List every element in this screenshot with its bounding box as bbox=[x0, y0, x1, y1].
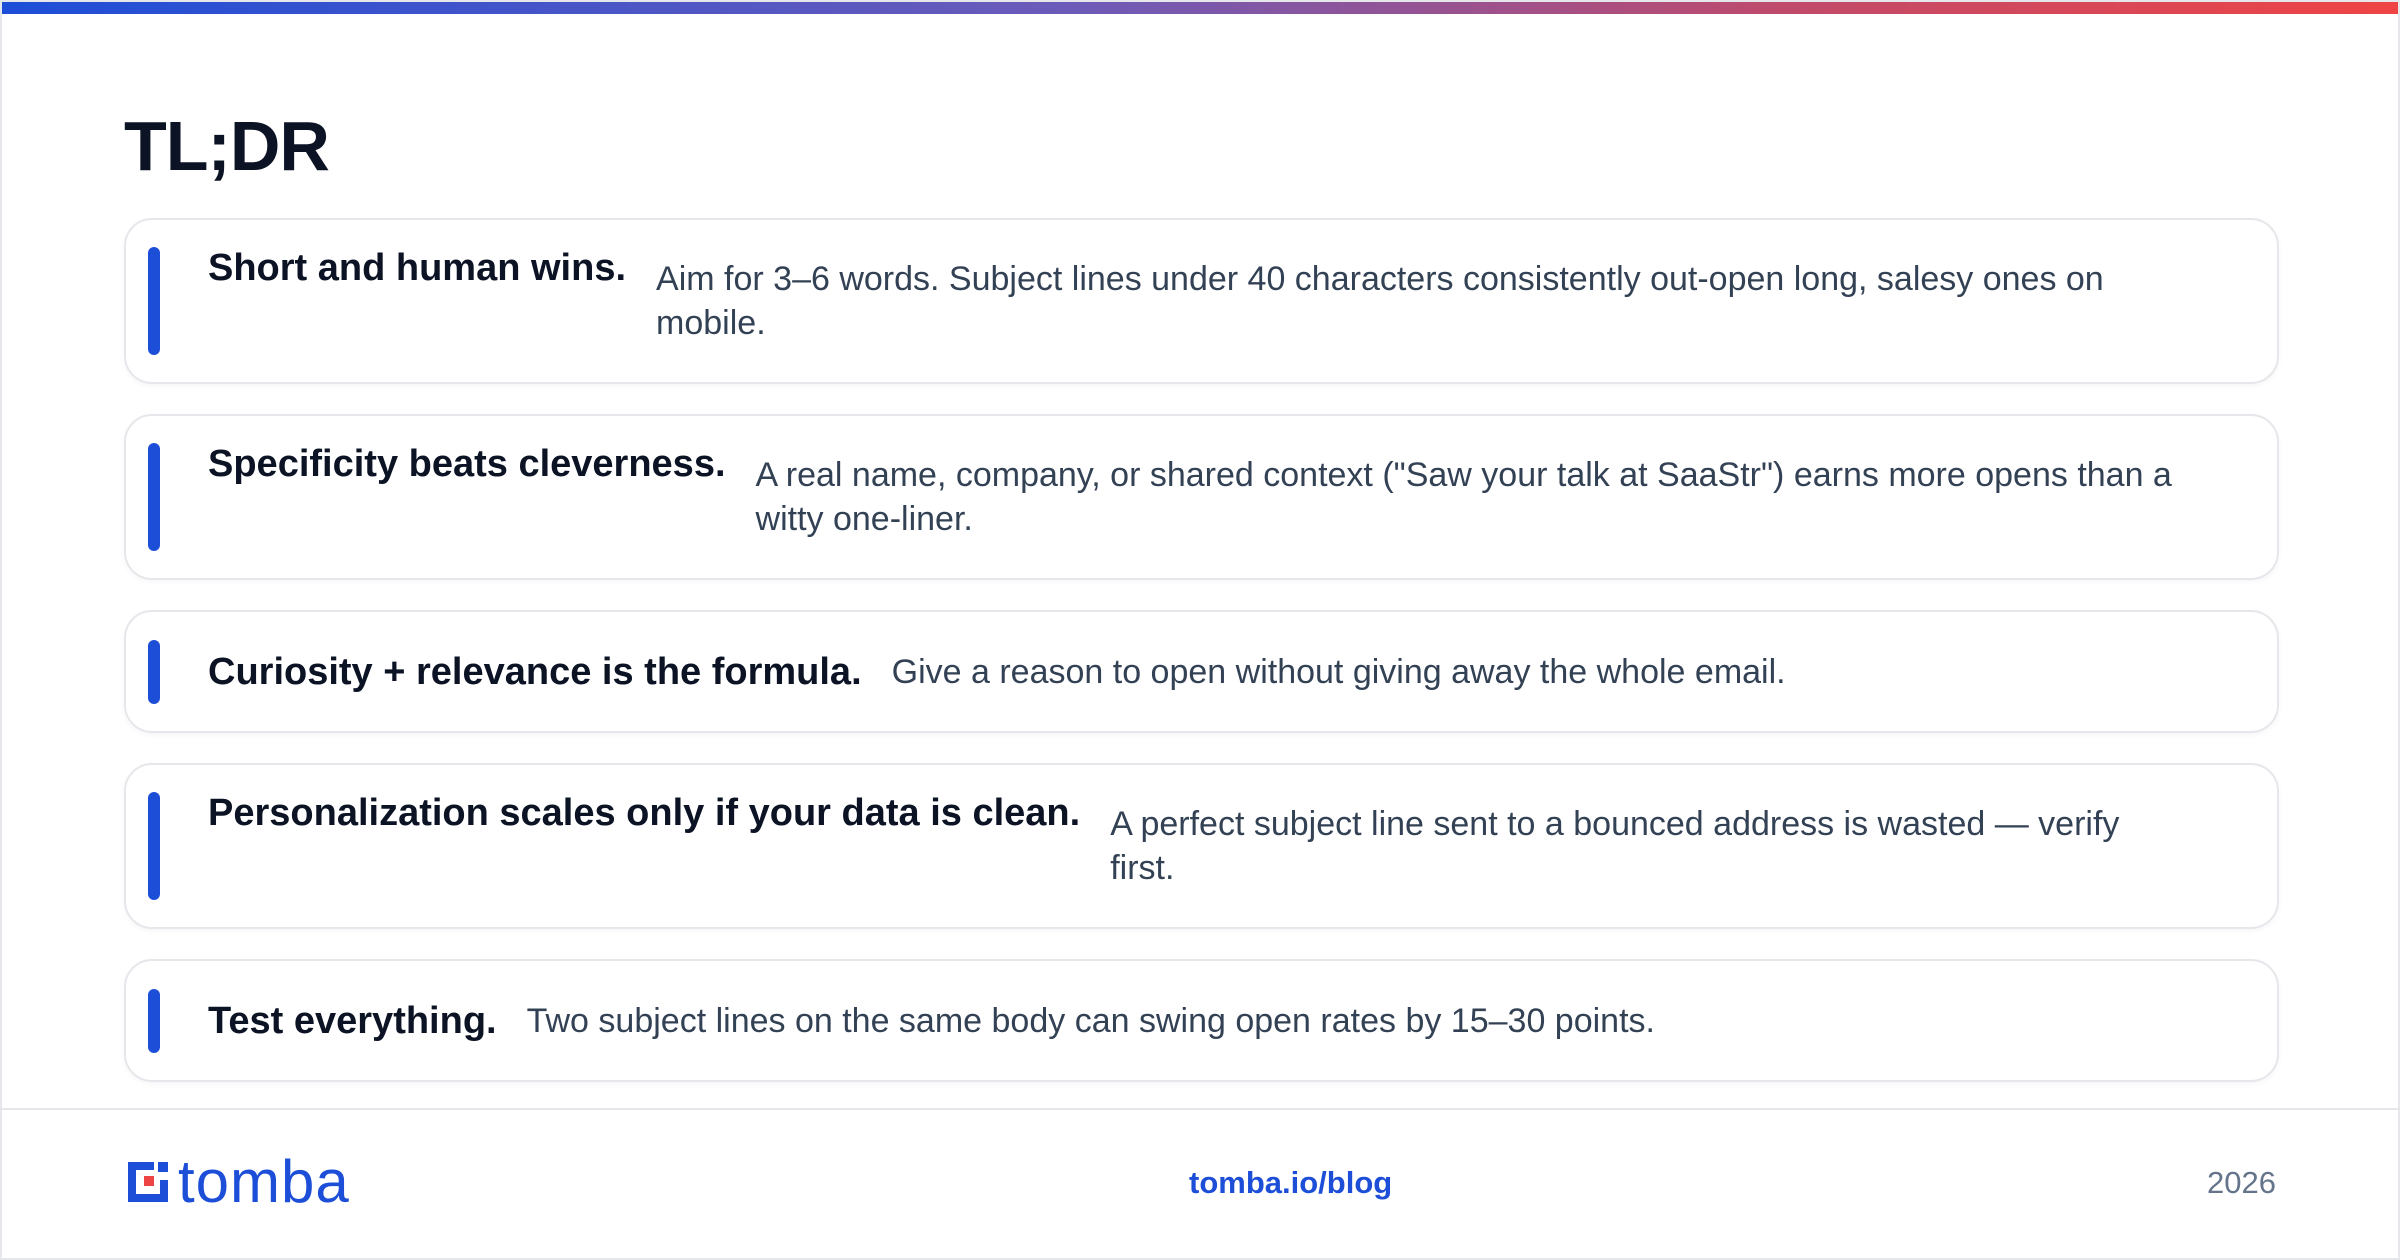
item-heading: Personalization scales only if your data… bbox=[208, 792, 1081, 834]
card-accent-bar bbox=[148, 443, 160, 551]
page-title: TL;DR bbox=[124, 107, 330, 185]
tomba-logo[interactable]: tomba bbox=[124, 1148, 350, 1215]
item-description: Two subject lines on the same body can s… bbox=[526, 1001, 1655, 1040]
tomba-logo-icon bbox=[128, 1162, 168, 1202]
item-heading: Short and human wins. bbox=[208, 247, 627, 289]
item-heading: Curiosity + relevance is the formula. bbox=[208, 650, 862, 693]
logo-wordmark: tomba bbox=[178, 1148, 350, 1215]
footer-year: 2026 bbox=[2207, 1165, 2276, 1200]
list-item: Specificity beats cleverness. A real nam… bbox=[124, 414, 2279, 580]
item-heading: Specificity beats cleverness. bbox=[208, 443, 726, 485]
item-heading: Test everything. bbox=[208, 999, 497, 1042]
item-description: Aim for 3–6 words. Subject lines under 4… bbox=[656, 260, 2104, 342]
item-description: A real name, company, or shared context … bbox=[755, 456, 2172, 538]
card-accent-bar bbox=[148, 792, 160, 900]
list-item: Test everything. Two subject lines on th… bbox=[124, 959, 2279, 1082]
top-gradient-bar bbox=[2, 2, 2398, 14]
tldr-list: Short and human wins. Aim for 3–6 words.… bbox=[124, 218, 2279, 1112]
item-description: Give a reason to open without giving awa… bbox=[891, 652, 1786, 691]
footer-divider bbox=[2, 1108, 2398, 1110]
page: TL;DR Short and human wins. Aim for 3–6 … bbox=[0, 0, 2400, 1260]
blog-link[interactable]: tomba.io/blog bbox=[1189, 1165, 1392, 1201]
list-item: Short and human wins. Aim for 3–6 words.… bbox=[124, 218, 2279, 384]
card-accent-bar bbox=[148, 988, 160, 1053]
list-item: Personalization scales only if your data… bbox=[124, 763, 2279, 929]
card-accent-bar bbox=[148, 639, 160, 704]
list-item: Curiosity + relevance is the formula. Gi… bbox=[124, 610, 2279, 733]
item-description: A perfect subject line sent to a bounced… bbox=[1110, 805, 2120, 887]
card-accent-bar bbox=[148, 247, 160, 355]
